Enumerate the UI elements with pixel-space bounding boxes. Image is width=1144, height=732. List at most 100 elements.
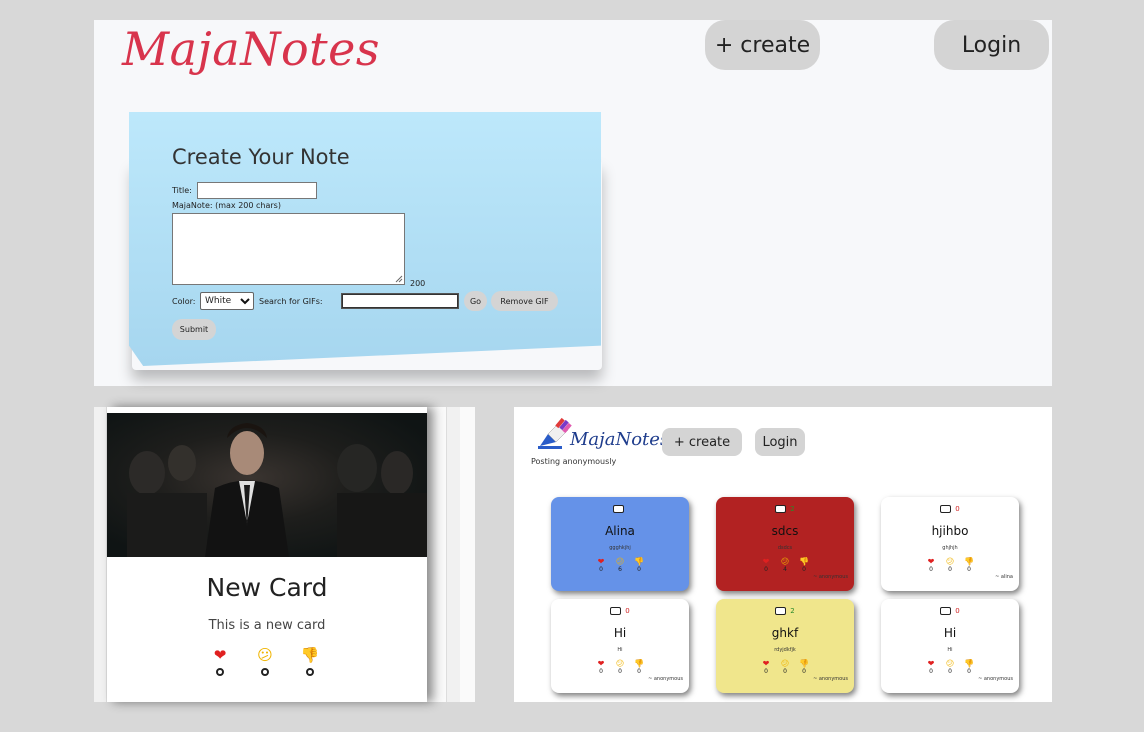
reaction-button[interactable]: 👎 0 xyxy=(634,659,644,675)
create-button[interactable]: + create xyxy=(705,20,820,70)
reaction-button[interactable]: ❤ 0 xyxy=(926,659,936,675)
feed-login-button[interactable]: Login xyxy=(755,428,805,456)
note-body: dsdcs xyxy=(777,545,793,551)
comment-icon xyxy=(610,607,622,615)
note-body: Hi xyxy=(617,647,623,653)
reaction-button[interactable]: ❤ 0 xyxy=(761,557,771,573)
note-card[interactable]: Alina ggghkjhj ❤ 0 😕 6 👎 0 xyxy=(551,497,689,591)
comment-indicator[interactable]: 0 xyxy=(881,505,1019,513)
confused-face-icon: 😕 xyxy=(780,659,790,668)
reaction-count: 0 xyxy=(599,566,603,573)
remove-gif-button[interactable]: Remove GIF xyxy=(491,291,558,311)
reaction-row: ❤ 0 😕 6 👎 0 xyxy=(596,557,644,573)
preview-panel: New Card This is a new card ❤ 😕 👎 xyxy=(94,407,475,702)
note-body: ggghkjhj xyxy=(609,545,631,551)
note-card[interactable]: 0 Hi Hi ❤ 0 😕 0 👎 0 ~ anonymous xyxy=(551,599,689,693)
reaction-button[interactable]: 😕 4 xyxy=(780,557,790,573)
reaction-row: ❤ 😕 👎 xyxy=(210,647,320,676)
note-author: ~ anonymous xyxy=(813,676,848,682)
reaction-button[interactable]: ❤ 0 xyxy=(926,557,936,573)
reaction-button[interactable]: ❤ 0 xyxy=(761,659,771,675)
reaction-button[interactable]: 😕 0 xyxy=(615,659,625,675)
heart-icon: ❤ xyxy=(597,557,605,566)
note-body: ghjhjh xyxy=(942,545,958,551)
heart-icon: ❤ xyxy=(762,659,770,668)
note-title: Alina xyxy=(605,524,635,538)
resize-handle-icon[interactable] xyxy=(395,275,403,283)
reaction-button[interactable]: 😕 0 xyxy=(945,557,955,573)
confused-face-icon: 😕 xyxy=(615,557,625,566)
reaction-count: 0 xyxy=(967,668,971,675)
confused-face-icon: 😕 xyxy=(945,557,955,566)
reaction-count: 4 xyxy=(783,566,787,573)
reaction-button[interactable]: 😕 6 xyxy=(615,557,625,573)
note-title: Hi xyxy=(613,626,627,640)
reaction-thumbs-down[interactable]: 👎 xyxy=(300,647,320,676)
gif-search-input[interactable] xyxy=(341,293,459,309)
reaction-count: 0 xyxy=(599,668,603,675)
note-form-card: Create Your Note Title: MajaNote: (max 2… xyxy=(129,112,601,366)
preview-card: New Card This is a new card ❤ 😕 👎 xyxy=(107,407,427,702)
brand-logo[interactable]: MajaNotes xyxy=(122,22,380,76)
reaction-confused[interactable]: 😕 xyxy=(255,647,275,676)
confused-face-icon: 😕 xyxy=(615,659,625,668)
reaction-button[interactable]: ❤ 0 xyxy=(596,659,606,675)
reaction-count: 0 xyxy=(637,566,641,573)
reaction-count: 0 xyxy=(618,668,622,675)
right-rail xyxy=(446,407,460,702)
comment-indicator[interactable] xyxy=(551,505,689,513)
reaction-button[interactable]: 😕 0 xyxy=(945,659,955,675)
reaction-button[interactable]: 👎 0 xyxy=(799,659,809,675)
reaction-count xyxy=(306,668,314,676)
thumbs-down-icon: 👎 xyxy=(634,557,644,566)
note-card[interactable]: 2 ghkf rdyjdkfjk ❤ 0 😕 0 👎 0 ~ anonymous xyxy=(716,599,854,693)
comment-indicator[interactable]: 0 xyxy=(551,607,689,615)
card-body: This is a new card xyxy=(208,618,326,633)
comment-icon xyxy=(940,505,952,513)
color-select[interactable]: White xyxy=(200,292,254,310)
reaction-count: 0 xyxy=(802,668,806,675)
reaction-count: 0 xyxy=(948,668,952,675)
note-card[interactable]: 2 sdcs dsdcs ❤ 0 😕 4 👎 0 ~ anonymous xyxy=(716,497,854,591)
note-title: sdcs xyxy=(771,524,799,538)
reaction-button[interactable]: ❤ 0 xyxy=(596,557,606,573)
comment-count: 0 xyxy=(955,505,960,513)
thumbs-down-icon: 👎 xyxy=(799,557,809,566)
reaction-count: 0 xyxy=(764,668,768,675)
thumbs-down-icon: 👎 xyxy=(634,659,644,668)
heart-icon: ❤ xyxy=(927,557,935,566)
card-gif-image xyxy=(107,413,427,557)
feed-brand[interactable]: MajaNotes xyxy=(570,429,669,450)
go-button[interactable]: Go xyxy=(464,291,487,311)
reaction-button[interactable]: 👎 0 xyxy=(799,557,809,573)
comment-count: 0 xyxy=(625,607,630,615)
title-input[interactable] xyxy=(197,182,317,199)
comment-icon xyxy=(940,607,952,615)
reaction-button[interactable]: 😕 0 xyxy=(780,659,790,675)
feed-create-button[interactable]: + create xyxy=(662,428,742,456)
reaction-button[interactable]: 👎 0 xyxy=(964,659,974,675)
note-author: ~ alina xyxy=(995,574,1013,580)
reaction-heart[interactable]: ❤ xyxy=(210,647,230,676)
comment-indicator[interactable]: 2 xyxy=(716,607,854,615)
note-card[interactable]: 0 hjihbo ghjhjh ❤ 0 😕 0 👎 0 ~ alina xyxy=(881,497,1019,591)
login-button[interactable]: Login xyxy=(934,20,1049,70)
char-count: 200 xyxy=(410,279,426,288)
confused-face-icon: 😕 xyxy=(257,646,273,664)
comment-indicator[interactable]: 2 xyxy=(716,505,854,513)
pencil-logo-icon[interactable] xyxy=(538,416,572,450)
heart-icon: ❤ xyxy=(597,659,605,668)
confused-face-icon: 😕 xyxy=(945,659,955,668)
thumbs-down-icon: 👎 xyxy=(799,659,809,668)
reaction-button[interactable]: 👎 0 xyxy=(964,557,974,573)
submit-button[interactable]: Submit xyxy=(172,319,216,340)
note-card[interactable]: 0 Hi Hi ❤ 0 😕 0 👎 0 ~ anonymous xyxy=(881,599,1019,693)
note-label: MajaNote: (max 200 chars) xyxy=(172,201,281,210)
note-textarea[interactable] xyxy=(172,213,405,285)
note-title: Hi xyxy=(943,626,957,640)
comment-indicator[interactable]: 0 xyxy=(881,607,1019,615)
comment-count: 2 xyxy=(790,607,795,615)
reaction-button[interactable]: 👎 0 xyxy=(634,557,644,573)
comment-count: 0 xyxy=(955,607,960,615)
note-body: Hi xyxy=(947,647,953,653)
